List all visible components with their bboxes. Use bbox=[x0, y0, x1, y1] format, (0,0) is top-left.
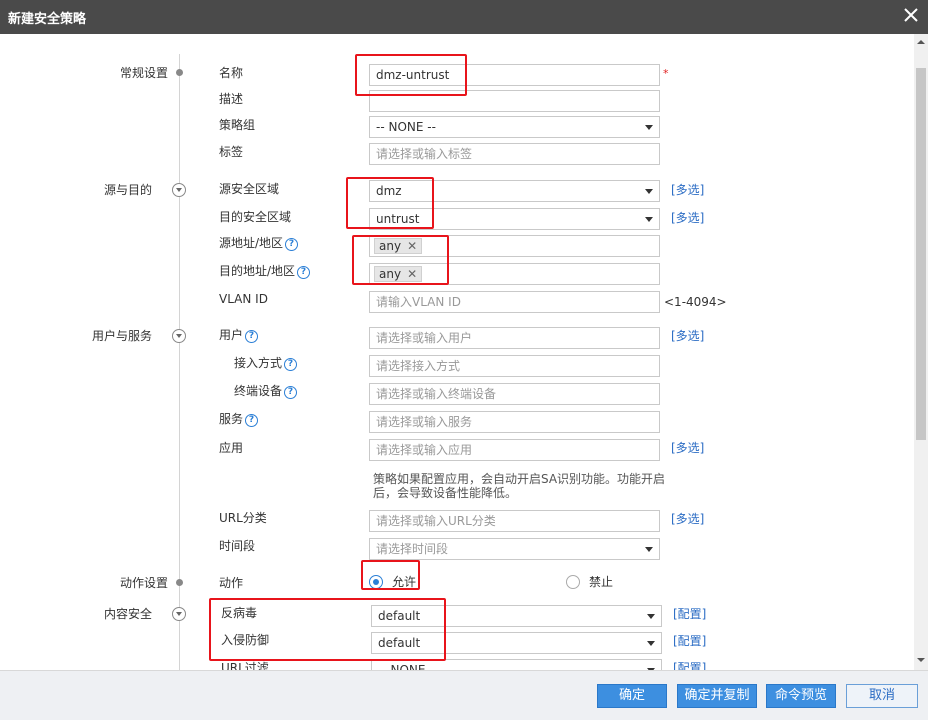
help-icon[interactable]: ? bbox=[284, 386, 298, 399]
user-label-text: 用户 bbox=[219, 328, 244, 342]
highlight-address-box bbox=[352, 235, 449, 285]
scroll-up-icon[interactable] bbox=[917, 38, 925, 46]
highlight-content-security-box bbox=[209, 598, 446, 661]
description-label: 描述 bbox=[219, 92, 244, 106]
help-icon[interactable]: ? bbox=[245, 414, 259, 427]
terminal-device-input[interactable]: 请选择或输入终端设备 bbox=[369, 383, 660, 405]
close-icon[interactable] bbox=[900, 4, 922, 26]
access-mode-input[interactable]: 请选择接入方式 bbox=[369, 355, 660, 377]
policy-group-select[interactable]: -- NONE -- bbox=[369, 116, 660, 138]
section-general-label: 常规设置 bbox=[119, 66, 168, 80]
dialog-footer: 确定 确定并复制 命令预览 取消 bbox=[0, 670, 928, 720]
vertical-scrollbar[interactable] bbox=[914, 34, 928, 670]
src-zone-multi-link[interactable]: [多选] bbox=[671, 182, 704, 198]
section-user-service: 用户与服务 bbox=[0, 328, 180, 344]
help-icon[interactable]: ? bbox=[285, 238, 299, 251]
src-addr-label-text: 源地址/地区 bbox=[219, 236, 284, 250]
section-src-dst: 源与目的 bbox=[0, 182, 180, 198]
deny-radio[interactable] bbox=[566, 575, 580, 589]
url-category-multi-link[interactable]: [多选] bbox=[671, 511, 704, 527]
scroll-down-icon[interactable] bbox=[917, 656, 925, 664]
section-action: 动作设置 bbox=[0, 575, 180, 591]
url-category-label: URL分类 bbox=[219, 511, 267, 525]
help-icon[interactable]: ? bbox=[297, 266, 311, 279]
antivirus-config-link[interactable]: [配置] bbox=[673, 606, 706, 622]
ips-config-link[interactable]: [配置] bbox=[673, 633, 706, 649]
section-user-service-collapse-icon[interactable] bbox=[172, 329, 186, 343]
section-general: 常规设置 bbox=[0, 65, 180, 81]
application-note: 策略如果配置应用，会自动开启SA识别功能。功能开启后，会导致设备性能降低。 bbox=[373, 472, 666, 500]
url-filter-label: URL过滤 bbox=[221, 661, 269, 670]
vlan-label: VLAN ID bbox=[219, 292, 268, 306]
help-icon[interactable]: ? bbox=[245, 330, 259, 343]
access-mode-label: 接入方式? bbox=[234, 355, 298, 371]
service-label-text: 服务 bbox=[219, 412, 244, 426]
dialog-titlebar: 新建安全策略 bbox=[0, 0, 928, 34]
section-src-dst-collapse-icon[interactable] bbox=[172, 183, 186, 197]
url-category-input[interactable]: 请选择或输入URL分类 bbox=[369, 510, 660, 532]
dst-zone-label: 目的安全区域 bbox=[219, 210, 292, 224]
vlan-range-hint: <1-4094> bbox=[664, 295, 727, 309]
action-label: 动作 bbox=[219, 576, 244, 590]
dialog-title: 新建安全策略 bbox=[8, 12, 87, 27]
src-zone-label: 源安全区域 bbox=[219, 182, 280, 196]
command-preview-button[interactable]: 命令预览 bbox=[766, 684, 836, 708]
terminal-device-label-text: 终端设备 bbox=[234, 384, 283, 398]
dst-addr-label-text: 目的地址/地区 bbox=[219, 264, 296, 278]
section-content-security: 内容安全 bbox=[0, 606, 180, 622]
application-label: 应用 bbox=[219, 441, 244, 455]
user-label: 用户? bbox=[219, 327, 259, 343]
src-addr-label: 源地址/地区? bbox=[219, 235, 299, 251]
application-multi-link[interactable]: [多选] bbox=[671, 440, 704, 456]
help-icon[interactable]: ? bbox=[284, 358, 298, 371]
highlight-action-box bbox=[361, 560, 420, 590]
name-label: 名称 bbox=[219, 66, 244, 80]
section-action-dot bbox=[176, 579, 183, 586]
vlan-input[interactable]: 请输入VLAN ID bbox=[369, 291, 660, 313]
url-filter-config-link[interactable]: [配置] bbox=[673, 660, 706, 670]
section-content-security-collapse-icon[interactable] bbox=[172, 607, 186, 621]
deny-radio-label[interactable]: 禁止 bbox=[589, 574, 613, 590]
section-general-dot bbox=[176, 69, 183, 76]
tag-input[interactable]: 请选择或输入标签 bbox=[369, 143, 660, 165]
policy-group-label: 策略组 bbox=[219, 118, 256, 132]
application-input[interactable]: 请选择或输入应用 bbox=[369, 439, 660, 461]
access-mode-label-text: 接入方式 bbox=[234, 356, 283, 370]
cancel-button[interactable]: 取消 bbox=[846, 684, 918, 708]
ok-and-copy-button[interactable]: 确定并复制 bbox=[677, 684, 757, 708]
user-input[interactable]: 请选择或输入用户 bbox=[369, 327, 660, 349]
section-content-security-label: 内容安全 bbox=[103, 607, 152, 621]
dialog-body: 常规设置 名称 dmz-untrust * 描述 策略组 -- NONE -- … bbox=[0, 34, 914, 670]
time-range-select[interactable]: 请选择时间段 bbox=[369, 538, 660, 560]
section-action-label: 动作设置 bbox=[119, 576, 168, 590]
dst-addr-label: 目的地址/地区? bbox=[219, 263, 311, 279]
ok-button[interactable]: 确定 bbox=[597, 684, 667, 708]
service-label: 服务? bbox=[219, 411, 259, 427]
section-user-service-label: 用户与服务 bbox=[91, 329, 152, 343]
terminal-device-label: 终端设备? bbox=[234, 383, 298, 399]
section-src-dst-label: 源与目的 bbox=[103, 183, 152, 197]
user-multi-link[interactable]: [多选] bbox=[671, 328, 704, 344]
dst-zone-multi-link[interactable]: [多选] bbox=[671, 210, 704, 226]
required-mark: * bbox=[663, 67, 669, 80]
highlight-name-box bbox=[355, 54, 467, 96]
highlight-zone-box bbox=[346, 177, 434, 229]
tag-label: 标签 bbox=[219, 145, 244, 159]
scrollbar-thumb[interactable] bbox=[916, 68, 926, 440]
time-range-label: 时间段 bbox=[219, 539, 256, 553]
service-input[interactable]: 请选择或输入服务 bbox=[369, 411, 660, 433]
